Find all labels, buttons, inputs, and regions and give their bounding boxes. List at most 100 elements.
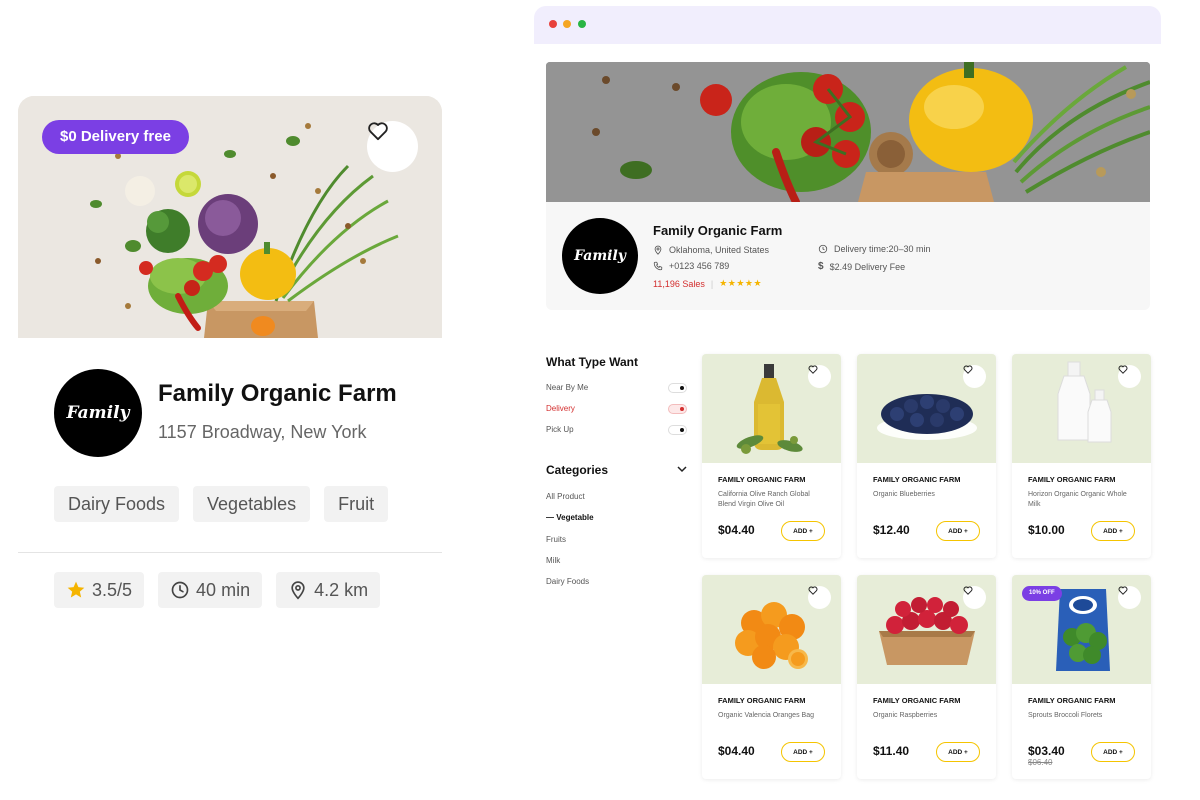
toggle-switch[interactable] <box>668 383 687 393</box>
category-milk[interactable]: Milk <box>546 556 560 565</box>
filter-label: Delivery <box>546 404 575 413</box>
product-price: $10.00 <box>1028 523 1065 537</box>
minimize-window-dot[interactable] <box>563 20 571 28</box>
product-card[interactable]: 10% OFF FAMILY ORGANIC FARM Sprouts Broc… <box>1012 575 1151 779</box>
product-store: FAMILY ORGANIC FARM <box>1028 696 1116 705</box>
maximize-window-dot[interactable] <box>578 20 586 28</box>
product-name[interactable]: Horizon Organic Organic Whole Milk <box>1028 490 1138 510</box>
product-store: FAMILY ORGANIC FARM <box>718 696 806 705</box>
time-stat: 40 min <box>158 572 263 608</box>
restaurant-card[interactable]: $0 Delivery free Family Family Organic F… <box>18 96 442 608</box>
star-icon <box>67 581 85 598</box>
product-card[interactable]: FAMILY ORGANIC FARM Organic Blueberries … <box>857 354 996 558</box>
time-value: 40 min <box>196 579 251 600</box>
product-card[interactable]: FAMILY ORGANIC FARM Organic Valencia Ora… <box>702 575 841 779</box>
product-name[interactable]: Sprouts Broccoli Florets <box>1028 711 1138 721</box>
card-address: 1157 Broadway, New York <box>158 422 367 442</box>
tag-vegetables[interactable]: Vegetables <box>193 486 311 522</box>
delivery-fee-text: $2.49 Delivery Fee <box>829 261 906 272</box>
add-to-cart-button[interactable]: ADD + <box>781 742 825 762</box>
browser-window: Family Family Organic Farm Oklahoma, Uni… <box>534 6 1161 796</box>
store-logo: Family <box>562 218 638 294</box>
star-rating: ★★★★★ <box>719 278 763 288</box>
categories-title[interactable]: Categories <box>546 463 608 477</box>
sales-count: 11,196 Sales <box>653 278 705 289</box>
tag-fruit[interactable]: Fruit <box>324 486 389 522</box>
category-vegetable[interactable]: — Vegetable <box>546 513 594 522</box>
product-old-price: $06.40 <box>1028 758 1053 767</box>
product-card[interactable]: FAMILY ORGANIC FARM California Olive Ran… <box>702 354 841 558</box>
add-to-cart-button[interactable]: ADD + <box>781 521 825 541</box>
product-image <box>857 354 996 463</box>
clock-icon <box>818 244 828 254</box>
phone-icon <box>653 261 663 271</box>
filter-near-by-me[interactable]: Near By Me <box>546 381 687 395</box>
product-store: FAMILY ORGANIC FARM <box>873 696 961 705</box>
store-sales-rating: 11,196 Sales | ★★★★★ <box>653 278 762 289</box>
product-name[interactable]: Organic Valencia Oranges Bag <box>718 711 828 721</box>
store-info-panel: Family Family Organic Farm Oklahoma, Uni… <box>546 202 1150 310</box>
category-dairy-foods[interactable]: Dairy Foods <box>546 577 589 586</box>
delivery-fee: $ $2.49 Delivery Fee <box>818 261 905 272</box>
card-title[interactable]: Family Organic Farm <box>158 380 397 408</box>
product-card[interactable]: FAMILY ORGANIC FARM Organic Raspberries … <box>857 575 996 779</box>
card-stats: 3.5/5 40 min 4.2 km <box>54 572 381 608</box>
favorite-button[interactable] <box>963 365 986 388</box>
heart-icon <box>368 122 388 141</box>
product-name[interactable]: Organic Blueberries <box>873 490 983 500</box>
product-image <box>702 354 841 463</box>
product-store: FAMILY ORGANIC FARM <box>873 475 961 484</box>
product-price: $04.40 <box>718 523 755 537</box>
favorite-button[interactable] <box>963 586 986 609</box>
divider <box>18 552 442 553</box>
favorite-button[interactable] <box>367 121 418 172</box>
distance-stat: 4.2 km <box>276 572 381 608</box>
category-fruits[interactable]: Fruits <box>546 535 566 544</box>
heart-icon <box>963 365 973 374</box>
toggle-switch[interactable] <box>668 404 687 414</box>
heart-icon <box>963 586 973 595</box>
store-phone-text: +0123 456 789 <box>669 261 730 271</box>
product-price: $03.40 <box>1028 744 1065 758</box>
heart-icon <box>808 586 818 595</box>
product-name[interactable]: Organic Raspberries <box>873 711 983 721</box>
product-name[interactable]: California Olive Ranch Global Blend Virg… <box>718 490 828 510</box>
location-pin-icon <box>291 581 305 600</box>
category-all-product[interactable]: All Product <box>546 492 585 501</box>
favorite-button[interactable] <box>1118 365 1141 388</box>
add-to-cart-button[interactable]: ADD + <box>1091 742 1135 762</box>
product-price: $11.40 <box>873 744 910 758</box>
heart-icon <box>1118 365 1128 374</box>
filter-delivery[interactable]: Delivery <box>546 402 687 416</box>
rating-stat: 3.5/5 <box>54 572 145 608</box>
favorite-button[interactable] <box>1118 586 1141 609</box>
favorite-button[interactable] <box>808 365 831 388</box>
product-image <box>857 575 996 684</box>
product-card[interactable]: FAMILY ORGANIC FARM Horizon Organic Orga… <box>1012 354 1151 558</box>
add-to-cart-button[interactable]: ADD + <box>1091 521 1135 541</box>
chevron-down-icon[interactable] <box>677 465 687 473</box>
store-logo-text: Family <box>574 248 626 264</box>
store-phone: +0123 456 789 <box>653 261 729 271</box>
add-to-cart-button[interactable]: ADD + <box>936 742 980 762</box>
store-location: Oklahoma, United States <box>653 245 769 255</box>
window-titlebar <box>534 6 1161 44</box>
location-pin-icon <box>654 245 662 255</box>
store-banner-illustration <box>546 62 1150 202</box>
store-logo: Family <box>54 369 142 457</box>
product-store: FAMILY ORGANIC FARM <box>718 475 806 484</box>
heart-icon <box>1118 586 1128 595</box>
store-banner-image <box>546 62 1150 202</box>
favorite-button[interactable] <box>808 586 831 609</box>
filter-pick-up[interactable]: Pick Up <box>546 423 687 437</box>
store-logo-text: Family <box>66 403 130 423</box>
store-location-text: Oklahoma, United States <box>669 245 770 255</box>
tag-dairy-foods[interactable]: Dairy Foods <box>54 486 180 522</box>
toggle-switch[interactable] <box>668 425 687 435</box>
filter-label: Pick Up <box>546 425 574 434</box>
add-to-cart-button[interactable]: ADD + <box>936 521 980 541</box>
close-window-dot[interactable] <box>549 20 557 28</box>
category-tags: Dairy Foods Vegetables Fruit <box>54 486 389 522</box>
filter-label: Near By Me <box>546 383 589 392</box>
rating-value: 3.5/5 <box>92 579 133 600</box>
